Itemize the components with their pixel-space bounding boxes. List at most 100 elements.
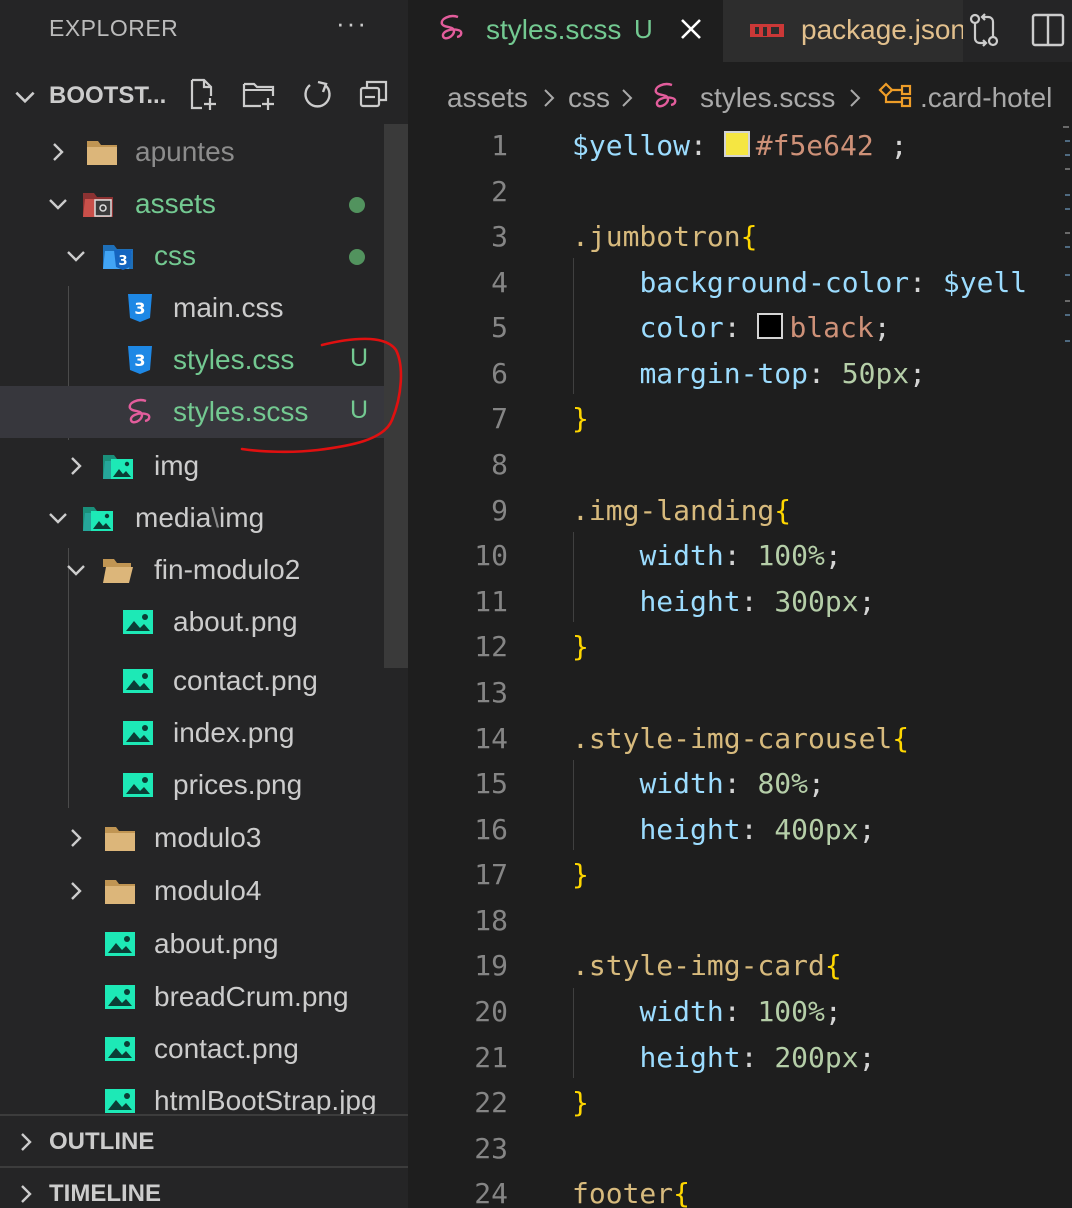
chevron-right-icon bbox=[622, 89, 633, 107]
tree-item-media-img[interactable]: media\img bbox=[0, 492, 384, 544]
breadcrumb-item[interactable]: assets bbox=[447, 82, 528, 114]
tree-item-fin-modulo2[interactable]: fin-modulo2 bbox=[0, 544, 384, 596]
project-name: BOOTST... bbox=[49, 82, 167, 109]
split-editor-icon[interactable] bbox=[1030, 10, 1066, 50]
code-line: .jumbotron{ bbox=[572, 220, 758, 253]
line-number: 17 bbox=[474, 858, 508, 891]
tree-item-prices-png[interactable]: prices.png bbox=[0, 759, 408, 811]
new-file-icon[interactable] bbox=[184, 76, 220, 112]
image-file-icon bbox=[105, 1037, 135, 1061]
code-line: height: 300px; bbox=[639, 585, 876, 618]
code-editor[interactable]: 1 2 3 4 5 6 7 8 9 10 11 12 13 14 15 16 1… bbox=[410, 124, 1060, 1208]
tree-label: fin-modulo2 bbox=[154, 554, 301, 585]
line-number: 22 bbox=[474, 1086, 508, 1119]
tree-label: main.css bbox=[173, 292, 284, 323]
tree-item-htmlbootstrap-jpg[interactable]: htmlBootStrap.jpg bbox=[0, 1075, 408, 1114]
sidebar-scrollbar[interactable] bbox=[384, 124, 408, 668]
tab-label: package.json bbox=[801, 14, 963, 45]
tab-bar: styles.scss U package.json bbox=[410, 0, 1072, 62]
open-changes-icon[interactable] bbox=[966, 10, 1002, 50]
chevron-right-icon bbox=[21, 1133, 32, 1151]
image-file-icon bbox=[105, 1089, 135, 1113]
minimap[interactable] bbox=[1060, 124, 1072, 1208]
git-untracked-badge: U bbox=[350, 396, 369, 424]
svg-text:3: 3 bbox=[118, 254, 127, 269]
chevron-right-icon bbox=[71, 882, 82, 900]
code-line: color: black; bbox=[639, 311, 891, 344]
line-number: 8 bbox=[491, 448, 508, 481]
line-number: 4 bbox=[491, 266, 508, 299]
tree-item-contact-png[interactable]: contact.png bbox=[0, 668, 408, 707]
tree-label: breadCrum.png bbox=[154, 981, 349, 1012]
line-number: 6 bbox=[491, 357, 508, 390]
file-tree-continued[interactable]: contact.png index.png prices.png modulo3… bbox=[0, 668, 408, 1114]
chevron-right-icon bbox=[21, 1185, 32, 1203]
tree-label: prices.png bbox=[173, 769, 303, 800]
css-folder-icon: 3 bbox=[103, 245, 133, 270]
tree-item-modulo3[interactable]: modulo3 bbox=[0, 812, 408, 864]
tree-label: htmlBootStrap.jpg bbox=[154, 1085, 377, 1114]
tree-label: img bbox=[154, 450, 200, 481]
line-number: 1 bbox=[491, 129, 508, 162]
sass-file-icon bbox=[128, 398, 151, 424]
line-number: 24 bbox=[474, 1177, 508, 1208]
line-number: 14 bbox=[474, 722, 508, 755]
line-number: 12 bbox=[474, 630, 508, 663]
color-swatch[interactable] bbox=[723, 131, 750, 157]
folder-icon bbox=[87, 141, 117, 165]
timeline-panel-header[interactable]: TIMELINE bbox=[0, 1166, 408, 1208]
outline-label: OUTLINE bbox=[49, 1128, 155, 1155]
tree-item-styles-scss[interactable]: styles.scss U bbox=[0, 386, 384, 438]
refresh-icon[interactable] bbox=[299, 76, 335, 112]
code-line: .style-img-card{ bbox=[572, 949, 842, 982]
breadcrumb-item[interactable]: .card-hotel bbox=[920, 82, 1052, 114]
tree-item-main-css[interactable]: 3 main.css bbox=[0, 282, 384, 334]
image-file-icon bbox=[105, 985, 135, 1009]
color-swatch[interactable] bbox=[757, 313, 784, 339]
tree-item-modulo4[interactable]: modulo4 bbox=[0, 865, 408, 917]
chevron-right-icon bbox=[71, 829, 82, 847]
tree-item-apuntes[interactable]: apuntes bbox=[0, 126, 384, 178]
tree-label: css bbox=[154, 240, 196, 271]
tree-item-contact-png-2[interactable]: contact.png bbox=[0, 1023, 408, 1075]
collapse-all-icon[interactable] bbox=[356, 76, 392, 112]
tree-label: styles.css bbox=[173, 344, 295, 375]
chevron-down-icon bbox=[67, 565, 85, 576]
folder-icon bbox=[105, 827, 135, 851]
breadcrumb-item[interactable]: css bbox=[568, 82, 610, 114]
image-folder-icon bbox=[103, 455, 133, 479]
code-line: width: 100%; bbox=[639, 539, 842, 572]
more-actions-icon[interactable]: ··· bbox=[336, 8, 368, 39]
outline-panel-header[interactable]: OUTLINE bbox=[0, 1114, 408, 1168]
symbol-class-icon bbox=[878, 82, 912, 108]
git-untracked-badge: U bbox=[350, 344, 369, 372]
project-header[interactable]: BOOTST... bbox=[0, 70, 408, 122]
tree-item-assets[interactable]: assets bbox=[0, 178, 384, 230]
image-file-icon bbox=[123, 773, 153, 797]
tree-item-img[interactable]: img bbox=[0, 440, 384, 492]
code-line: .style-img-carousel{ bbox=[572, 722, 910, 755]
close-icon[interactable] bbox=[676, 14, 706, 44]
new-folder-icon[interactable] bbox=[241, 76, 277, 112]
image-file-icon bbox=[123, 610, 153, 634]
code-line: } bbox=[572, 402, 589, 435]
tree-label: styles.scss bbox=[173, 396, 309, 427]
tree-item-styles-css[interactable]: 3 styles.css U bbox=[0, 334, 384, 386]
line-number: 7 bbox=[491, 402, 508, 435]
explorer-title: EXPLORER bbox=[49, 15, 179, 41]
chevron-right-icon bbox=[71, 457, 82, 475]
tree-item-about-png[interactable]: about.png bbox=[0, 596, 384, 648]
breadcrumb-item[interactable]: styles.scss bbox=[700, 82, 835, 114]
chevron-down-icon bbox=[67, 251, 85, 262]
tab-package-json[interactable]: package.json bbox=[723, 0, 963, 62]
code-line: } bbox=[572, 630, 589, 663]
sass-file-icon bbox=[654, 82, 677, 108]
tab-styles-scss[interactable]: styles.scss U bbox=[410, 0, 723, 62]
file-tree[interactable]: apuntes assets 3 css 3 main.css 3 styles… bbox=[0, 124, 384, 668]
tree-item-about-png-2[interactable]: about.png bbox=[0, 918, 408, 970]
tree-item-index-png[interactable]: index.png bbox=[0, 707, 408, 759]
tree-item-css[interactable]: 3 css bbox=[0, 230, 384, 282]
code-line: height: 200px; bbox=[639, 1041, 876, 1074]
code-line: width: 100%; bbox=[639, 995, 842, 1028]
tree-item-breadcrum-png[interactable]: breadCrum.png bbox=[0, 971, 408, 1023]
